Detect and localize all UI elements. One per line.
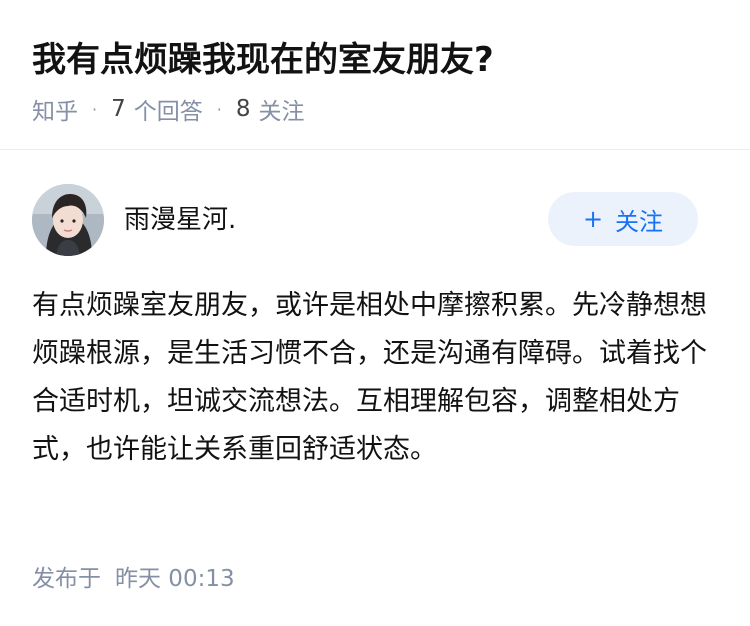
published-label: 发布于 [32,566,101,592]
follow-button-label: 关注 [615,207,664,236]
author-row: 雨漫星河. + 关注 [32,180,718,260]
question-header: 我有点烦躁我现在的室友朋友? 知乎 · 7 个回答 · 8 关注 [0,0,750,150]
answer-content: 有点烦躁室友朋友，或许是相处中摩擦积累。先冷静想想烦躁根源，是生活习惯不合，还是… [32,290,707,465]
plus-icon: + [582,205,604,233]
publish-info: 发布于 昨天 00:13 [32,558,235,594]
follow-button[interactable]: + 关注 [548,192,698,246]
answers-label[interactable]: 个回答 [134,92,203,126]
followers-count: 8 [235,96,251,122]
followers-label: 关注 [258,99,305,125]
separator-dot: · [92,99,98,119]
author-name[interactable]: 雨漫星河. [124,202,236,238]
question-title[interactable]: 我有点烦躁我现在的室友朋友? [32,36,494,84]
avatar[interactable] [32,184,104,256]
avatar-image [32,184,104,256]
question-meta: 知乎 · 7 个回答 · 8 关注 [32,92,304,126]
source-label: 知乎 [32,99,78,125]
answers-count: 7 [111,96,126,122]
published-time: 昨天 00:13 [115,566,235,592]
separator-dot: · [216,99,222,119]
